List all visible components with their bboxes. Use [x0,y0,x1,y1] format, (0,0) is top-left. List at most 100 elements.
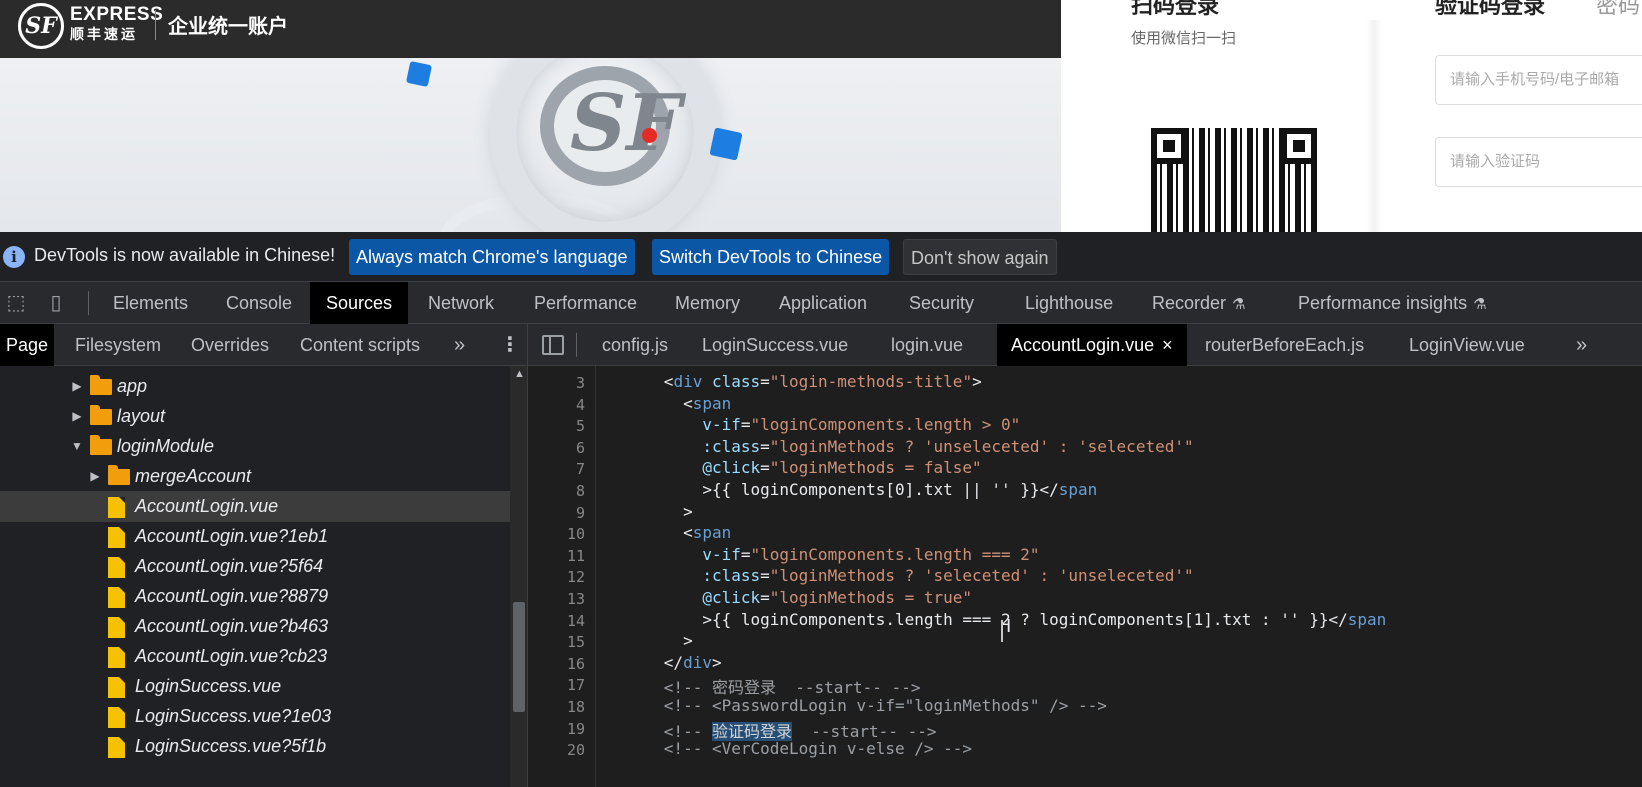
line-number: 8 [575,482,585,500]
tree-file-row[interactable]: AccountLogin.vue?cb23 [0,641,510,672]
file-icon [108,497,125,518]
text-cursor-icon: I [1006,616,1012,637]
more-options-icon[interactable]: ⋮ [494,324,526,366]
line-number: 11 [566,546,585,565]
code-line: v-if="loginComponents.length > 0" [606,415,1021,435]
verification-code-input[interactable]: 请输入验证码 [1435,137,1642,187]
tree-file-row[interactable]: LoginSuccess.vue?5f1b [0,731,510,762]
file-icon [108,587,125,608]
file-icon [108,647,125,668]
file-tab-accountlogin-vue[interactable]: AccountLogin.vue × [997,324,1187,366]
tree-item-label: LoginSuccess.vue [135,676,282,696]
tree-folder-row[interactable]: ▼ loginModule [0,431,510,462]
tab-elements[interactable]: Elements [97,282,204,324]
switch-to-chinese-button[interactable]: Switch DevTools to Chinese [652,239,890,275]
tab-console[interactable]: Console [210,282,308,324]
navigator-scrollbar[interactable]: ▲ [510,366,528,787]
tree-item-label: loginModule [117,436,215,456]
password-login-title[interactable]: 密码 [1596,0,1640,20]
tab-lighthouse[interactable]: Lighthouse [1009,282,1129,324]
experiment-flask-icon: ⚗ [1232,296,1246,313]
more-files-chevron-icon[interactable]: » [1562,324,1601,366]
file-tab-loginview-vue[interactable]: LoginView.vue [1395,324,1539,366]
collapsed-arrow-icon[interactable]: ▶ [70,371,84,402]
file-tab-loginsuccess-vue[interactable]: LoginSuccess.vue [688,324,862,366]
tree-folder-row[interactable]: ▶ app [0,371,510,402]
line-number: 16 [566,654,585,673]
tree-file-row[interactable]: AccountLogin.vue?5f64 [0,551,510,582]
line-number: 9 [575,503,585,522]
logo-chinese-text: 顺丰速运 [70,26,138,42]
device-toolbar-icon[interactable]: ▯ [44,291,68,315]
collapsed-arrow-icon[interactable]: ▶ [70,401,84,432]
file-tab-config-js[interactable]: config.js [588,324,682,366]
tree-file-row[interactable]: AccountLogin.vue?1eb1 [0,521,510,552]
tab-application[interactable]: Application [763,282,883,324]
code-line: @click="loginMethods = false" [606,458,982,478]
file-tab-routerbeforeeach-js[interactable]: routerBeforeEach.js [1191,324,1378,366]
code-login-title[interactable]: 验证码登录 [1435,0,1545,20]
tab-recorder[interactable]: Recorder ⚗ [1136,282,1261,324]
file-tab-login-vue[interactable]: login.vue [877,324,977,366]
line-number: 4 [575,395,585,414]
code-line: <!-- <VerCodeLogin v-else /> --> [606,739,973,759]
tab-performance-insights[interactable]: Performance insights ⚗ [1282,282,1503,324]
dont-show-again-button[interactable]: Don't show again [903,239,1057,275]
tab-performance[interactable]: Performance [518,282,653,324]
line-number: 17 [566,676,585,695]
collapsed-arrow-icon[interactable]: ▶ [88,461,102,492]
tree-file-row[interactable]: AccountLogin.vue?8879 [0,581,510,612]
line-number: 7 [575,460,585,479]
subtab-content-scripts[interactable]: Content scripts [294,324,426,366]
login-panel: 扫码登录 使用微信扫一扫 验证码登录 密码 请输入手机号码/电子邮箱 请输入验证… [1061,0,1642,232]
code-line: <!-- <PasswordLogin v-if="loginMethods" … [606,696,1107,715]
code-editor[interactable]: 3 4 5 6 7 8 9 10 11 12 13 14 15 16 17 18 19 20 <div class… [528,366,1642,787]
expanded-arrow-icon[interactable]: ▼ [70,431,84,462]
tree-folder-row[interactable]: ▶ layout [0,401,510,432]
line-number: 10 [566,525,585,544]
close-icon[interactable]: × [1162,335,1173,355]
tree-folder-row[interactable]: ▶ mergeAccount [0,461,510,492]
line-number: 5 [575,417,585,436]
subtab-overrides[interactable]: Overrides [185,324,275,366]
code-line: >{{ loginComponents.length === 2 ? login… [606,609,1387,629]
panel-divider [1366,20,1382,232]
tab-network[interactable]: Network [412,282,510,324]
toolbar-separator [88,291,89,315]
code-line: v-if="loginComponents.length === 2" [606,544,1040,564]
qr-finder-icon [1281,128,1317,164]
info-icon: i [3,246,25,268]
subtab-filesystem[interactable]: Filesystem [69,324,167,366]
inspect-element-icon[interactable]: ⬚ [4,291,28,315]
tree-file-row[interactable]: AccountLogin.vue?b463 [0,611,510,642]
tab-recorder-label: Recorder [1152,293,1227,313]
file-icon [108,617,125,638]
qr-code-icon [1151,128,1317,232]
line-number: 6 [575,438,585,457]
subtab-page[interactable]: Page [0,324,55,366]
tab-security[interactable]: Security [893,282,990,324]
text-caret [1001,620,1003,642]
tree-file-row[interactable]: AccountLogin.vue [0,491,510,522]
qr-login-title[interactable]: 扫码登录 [1131,0,1219,20]
tab-sources[interactable]: Sources [310,282,409,324]
toggle-navigator-icon[interactable] [542,335,564,355]
folder-icon [90,375,112,395]
scroll-up-arrow-icon[interactable]: ▲ [514,368,525,380]
editor-file-tabs: config.js LoginSuccess.vue login.vue Acc… [528,324,1642,366]
qr-login-subtitle: 使用微信扫一扫 [1131,30,1237,47]
line-number: 3 [575,374,585,392]
more-tabs-chevron-icon[interactable]: » [448,324,471,366]
tree-file-row[interactable]: LoginSuccess.vue?1e03 [0,701,510,732]
tree-file-row[interactable]: LoginSuccess.vue [0,671,510,702]
always-match-language-button[interactable]: Always match Chrome's language [349,239,635,275]
header-divider [155,10,156,40]
file-icon [108,677,125,698]
tree-item-label: AccountLogin.vue?1eb1 [135,526,329,546]
scrollbar-thumb[interactable] [513,602,525,712]
tree-item-label: LoginSuccess.vue?1e03 [135,706,332,726]
toolbar-separator [576,333,577,357]
phone-email-input[interactable]: 请输入手机号码/电子邮箱 [1435,55,1642,105]
tab-memory[interactable]: Memory [659,282,756,324]
tree-item-label: AccountLogin.vue?8879 [135,586,329,606]
